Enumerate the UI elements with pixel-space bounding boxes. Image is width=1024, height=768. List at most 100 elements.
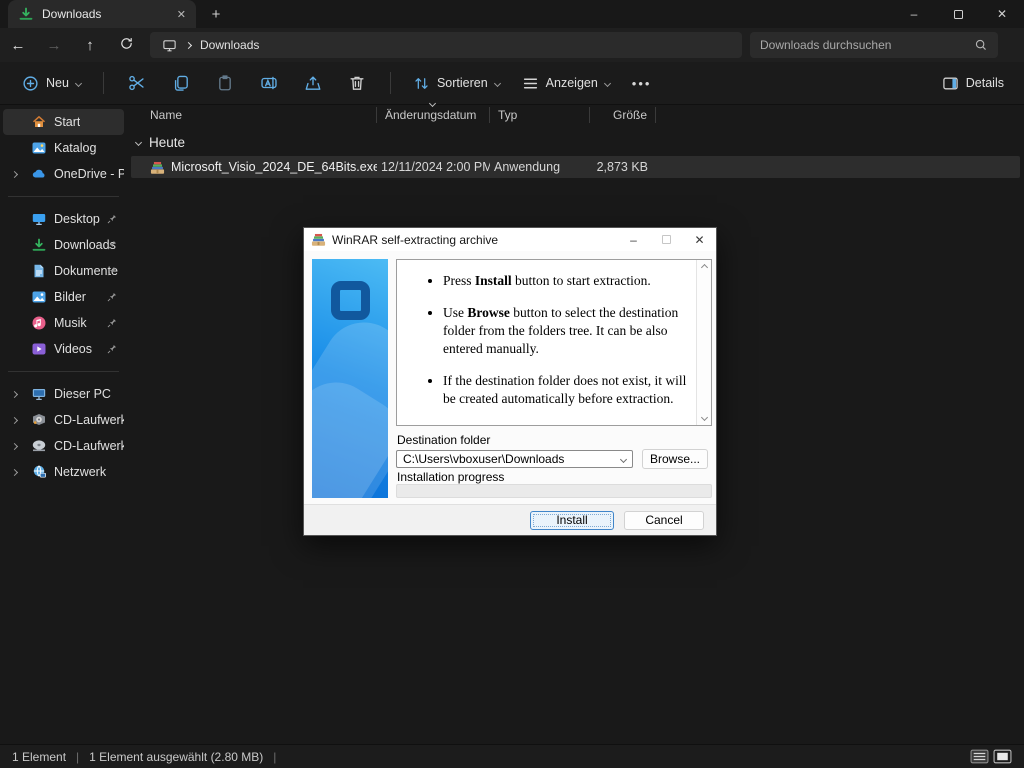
sidebar-item-cd-laufwerk-e[interactable]: CD-Laufwerk (E:) 20 [3, 433, 124, 459]
explorer-tab-bar: Downloads ✕ + – ✕ [0, 0, 1024, 28]
refresh-button[interactable] [108, 36, 144, 55]
browse-button[interactable]: Browse... [642, 449, 708, 469]
breadcrumb-chevron-icon [185, 41, 192, 48]
sidebar-separator [8, 371, 119, 372]
cut-button[interactable] [118, 68, 156, 98]
sidebar-item-desktop[interactable]: Desktop [3, 206, 124, 232]
tab-close-icon[interactable]: ✕ [177, 8, 186, 21]
instruction-item: If the destination folder does not exist… [443, 372, 689, 408]
destination-folder-value: C:\Users\vboxuser\Downloads [403, 452, 621, 466]
scroll-up-icon[interactable] [700, 264, 707, 271]
new-button[interactable]: Neu [14, 69, 89, 98]
new-plus-icon [22, 75, 39, 92]
view-list-icon [522, 75, 539, 92]
trash-icon [348, 74, 366, 92]
status-separator: | [273, 750, 276, 764]
expand-chevron-icon[interactable] [11, 442, 18, 449]
collapse-chevron-icon[interactable] [135, 138, 142, 145]
sidebar-item-label: Bilder [54, 290, 86, 304]
sidebar-item-label: Desktop [54, 212, 100, 226]
sidebar-item-label: Musik [54, 316, 87, 330]
window-minimize-button[interactable]: – [892, 0, 936, 28]
winrar-sfx-dialog: WinRAR self-extracting archive – ✕ Press… [303, 227, 717, 536]
install-button[interactable]: Install [530, 511, 614, 530]
desktop-icon [31, 211, 47, 227]
toolbar-separator [103, 72, 104, 94]
share-button[interactable] [294, 68, 332, 98]
sidebar-item-cd-laufwerk-d[interactable]: CD-Laufwerk (D:) V [3, 407, 124, 433]
tab-downloads[interactable]: Downloads ✕ [8, 0, 196, 28]
new-button-label: Neu [46, 76, 69, 90]
sidebar-item-dokumente[interactable]: Dokumente [3, 258, 124, 284]
pin-icon [106, 291, 118, 303]
copy-button[interactable] [162, 68, 200, 98]
column-headers: Name Änderungsdatum Typ Größe [127, 105, 1024, 125]
sidebar-item-downloads[interactable]: Downloads [3, 232, 124, 258]
dialog-close-button[interactable]: ✕ [683, 228, 716, 251]
sidebar-item-katalog[interactable]: Katalog [3, 135, 124, 161]
group-header-heute[interactable]: Heute [127, 131, 1024, 153]
dialog-minimize-button[interactable]: – [617, 228, 650, 251]
expand-chevron-icon[interactable] [11, 416, 18, 423]
search-placeholder: Downloads durchsuchen [760, 38, 974, 52]
more-options-button[interactable]: ••• [624, 76, 660, 91]
pin-icon [106, 317, 118, 329]
sidebar-item-start[interactable]: Start [3, 109, 124, 135]
sidebar-item-label: CD-Laufwerk (E:) 20 [54, 439, 124, 453]
cancel-button[interactable]: Cancel [624, 511, 704, 530]
file-type: Anwendung [490, 160, 590, 174]
expand-chevron-icon[interactable] [11, 468, 18, 475]
selection-info: 1 Element ausgewählt (2.80 MB) [89, 750, 263, 764]
window-restore-button[interactable] [936, 0, 980, 28]
column-type[interactable]: Typ [490, 107, 590, 123]
column-size[interactable]: Größe [590, 107, 656, 123]
details-view-toggle[interactable] [970, 749, 989, 764]
search-icon [974, 38, 988, 52]
file-name: Microsoft_Visio_2024_DE_64Bits.exe [171, 160, 377, 174]
instruction-item: Use Browse button to select the destinat… [443, 304, 689, 358]
details-button-label: Details [966, 76, 1004, 90]
sidebar-item-musik[interactable]: Musik [3, 310, 124, 336]
destination-folder-combobox[interactable]: C:\Users\vboxuser\Downloads [396, 450, 633, 468]
rename-button[interactable] [250, 68, 288, 98]
column-modified[interactable]: Änderungsdatum [377, 107, 490, 123]
icons-view-toggle[interactable] [993, 749, 1012, 764]
table-row[interactable]: Microsoft_Visio_2024_DE_64Bits.exe 12/11… [131, 156, 1020, 178]
sidebar-item-label: Start [54, 115, 80, 129]
item-count: 1 Element [12, 750, 66, 764]
dialog-window-controls: – ✕ [617, 228, 716, 251]
pin-icon [106, 239, 118, 251]
breadcrumb[interactable]: Downloads [200, 38, 259, 52]
view-button[interactable]: Anzeigen [514, 69, 618, 98]
combobox-chevron-icon[interactable] [620, 455, 627, 462]
scroll-down-icon[interactable] [700, 414, 707, 421]
scrollbar[interactable] [696, 260, 711, 425]
sidebar-item-bilder[interactable]: Bilder [3, 284, 124, 310]
cd-drive-icon [31, 412, 47, 428]
downloads-folder-icon [18, 6, 34, 22]
up-button[interactable]: ↑ [72, 37, 108, 54]
this-pc-icon [162, 38, 177, 53]
sidebar-item-videos[interactable]: Videos [3, 336, 124, 362]
back-button[interactable]: ← [0, 37, 36, 54]
sort-button[interactable]: Sortieren [405, 69, 508, 98]
pictures-icon [31, 289, 47, 305]
sidebar: Start Katalog OneDrive - Persona Desktop… [0, 105, 127, 744]
window-close-button[interactable]: ✕ [980, 0, 1024, 28]
expand-chevron-icon[interactable] [11, 390, 18, 397]
sidebar-item-onedrive[interactable]: OneDrive - Persona [3, 161, 124, 187]
column-name[interactable]: Name [127, 107, 377, 123]
address-bar[interactable]: Downloads [150, 32, 742, 58]
expand-chevron-icon[interactable] [11, 170, 18, 177]
search-box[interactable]: Downloads durchsuchen [750, 32, 998, 58]
rename-icon [260, 74, 278, 92]
sidebar-item-dieser-pc[interactable]: Dieser PC [3, 381, 124, 407]
dialog-title-bar[interactable]: WinRAR self-extracting archive – ✕ [304, 228, 716, 251]
window-controls: – ✕ [892, 0, 1024, 28]
sidebar-item-label: Dieser PC [54, 387, 111, 401]
winrar-logo [331, 281, 370, 320]
sidebar-item-netzwerk[interactable]: Netzwerk [3, 459, 124, 485]
details-pane-button[interactable]: Details [942, 75, 1010, 92]
new-tab-button[interactable]: + [202, 6, 230, 23]
delete-button[interactable] [338, 68, 376, 98]
